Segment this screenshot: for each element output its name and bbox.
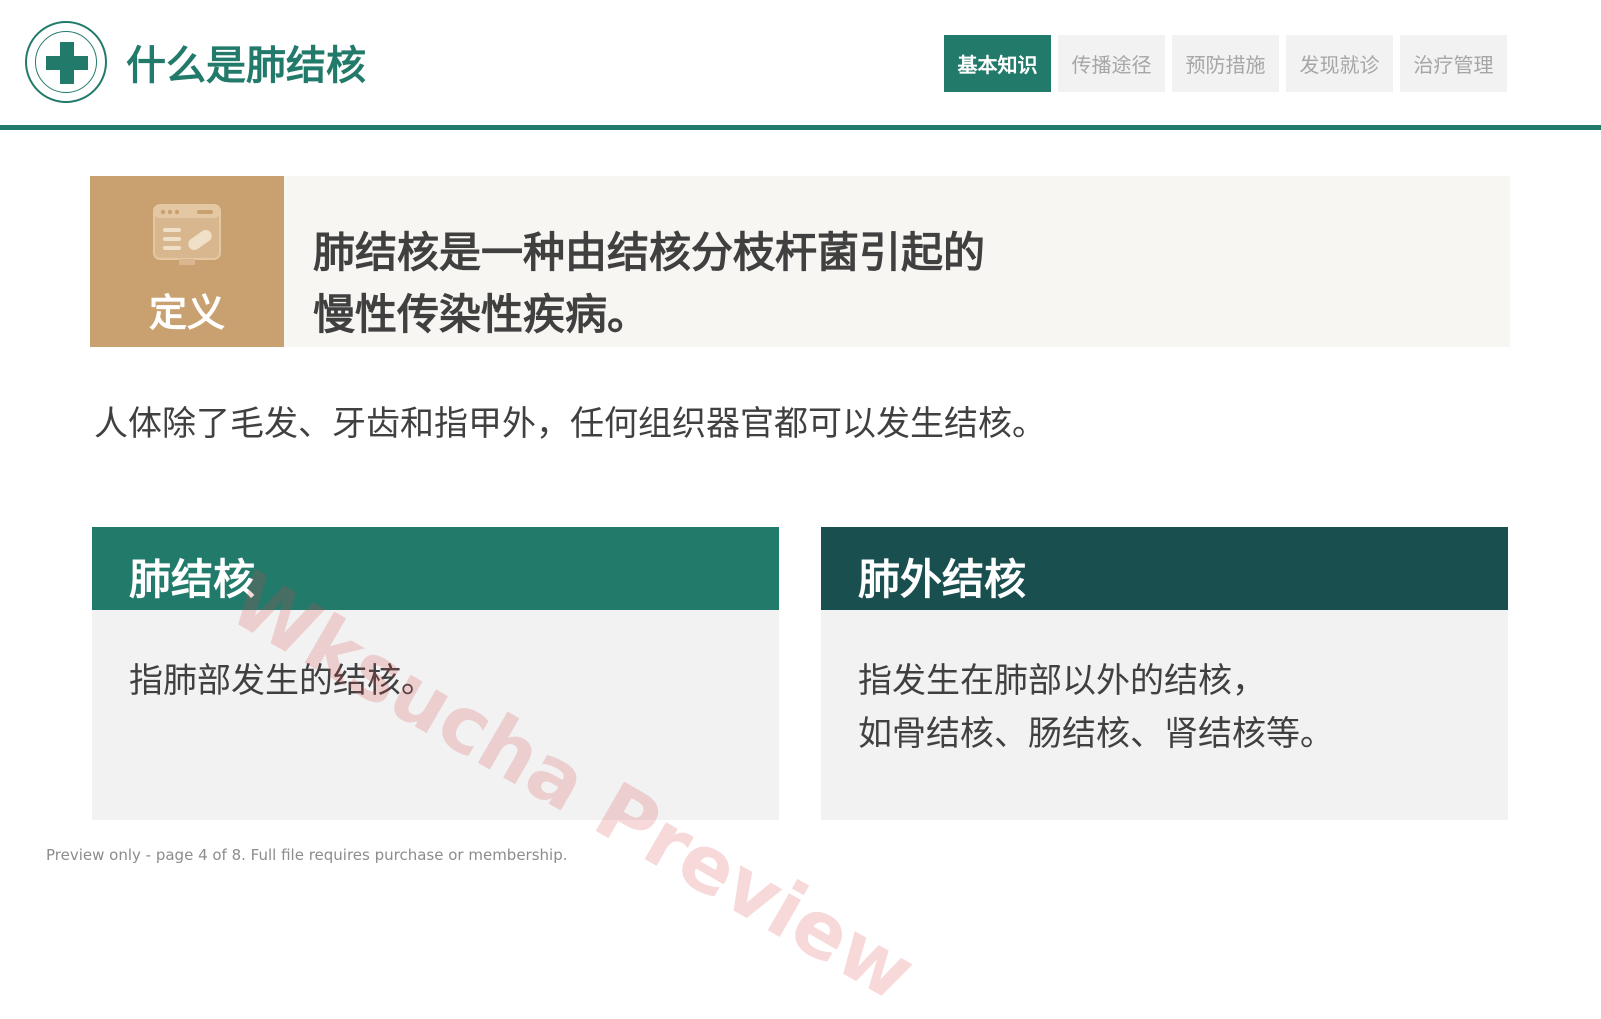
card-title: 肺结核 [92,527,779,610]
tab-basic-knowledge[interactable]: 基本知识 [944,35,1051,92]
definition-line-2: 慢性传染性疾病。 [313,290,650,339]
definition-text: 肺结核是一种由结核分枝杆菌引起的 慢性传染性疾病。 [313,222,1463,346]
tab-transmission[interactable]: 传播途径 [1058,35,1165,92]
page-title: 什么是肺结核 [126,43,366,89]
medical-browser-icon [153,204,221,265]
definition-box: 定义 肺结核是一种由结核分枝杆菌引起的 慢性传染性疾病。 [90,176,1510,347]
card-body-line: 如骨结核、肠结核、肾结核等。 [858,714,1334,754]
card-body-line: 指肺部发生的结核。 [129,661,435,701]
logo [25,21,107,103]
medical-cross-icon [46,42,88,84]
header-divider [0,125,1601,130]
card-extrapulmonary-tb: 肺外结核 指发生在肺部以外的结核， 如骨结核、肠结核、肾结核等。 [821,527,1508,820]
card-body-line: 指发生在肺部以外的结核， [858,661,1266,701]
statement-text: 人体除了毛发、牙齿和指甲外，任何组织器官都可以发生结核。 [94,404,1046,444]
nav-tabs: 基本知识 传播途径 预防措施 发现就诊 治疗管理 [944,35,1514,92]
definition-label-block: 定义 [90,176,284,347]
tab-diagnosis[interactable]: 发现就诊 [1286,35,1393,92]
card-body: 指发生在肺部以外的结核， 如骨结核、肠结核、肾结核等。 [858,655,1498,761]
tab-prevention[interactable]: 预防措施 [1172,35,1279,92]
card-pulmonary-tb: 肺结核 指肺部发生的结核。 [92,527,779,820]
card-body: 指肺部发生的结核。 [129,655,769,708]
definition-line-1: 肺结核是一种由结核分枝杆菌引起的 [313,228,986,277]
tab-treatment[interactable]: 治疗管理 [1400,35,1507,92]
card-title: 肺外结核 [821,527,1508,610]
footer-note: Preview only - page 4 of 8. Full file re… [46,846,568,864]
definition-label: 定义 [148,291,225,335]
